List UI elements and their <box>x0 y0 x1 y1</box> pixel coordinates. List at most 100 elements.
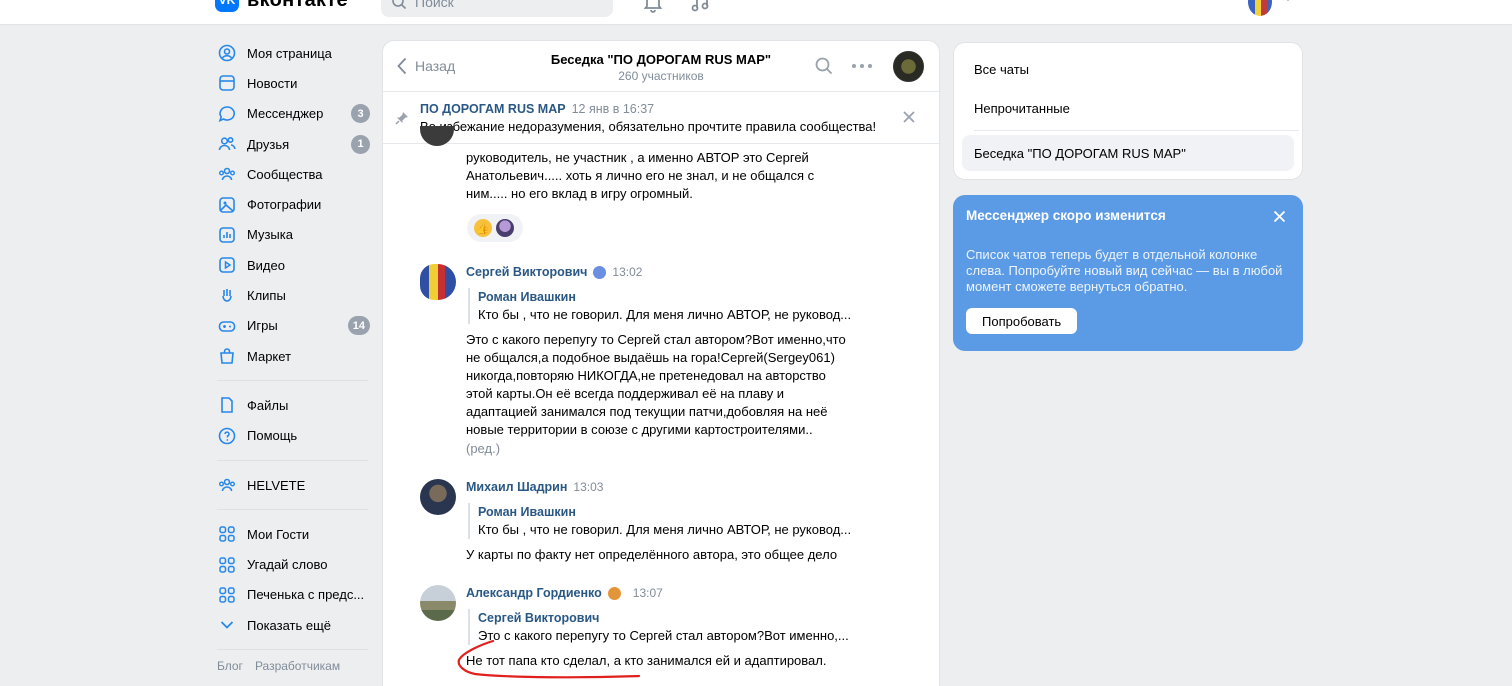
avatar[interactable] <box>420 585 456 621</box>
chat-header: Назад Беседка "ПО ДОРОГАМ RUS MAP" 260 у… <box>383 41 939 92</box>
quote-text: Кто бы , что не говорил. Для меня лично … <box>478 522 852 537</box>
apps-icon <box>217 524 237 544</box>
news-icon <box>217 73 237 93</box>
message-time[interactable]: 13:07 <box>633 586 663 600</box>
sidebar-item-label: Помощь <box>247 428 298 444</box>
apps-icon <box>217 585 237 605</box>
sidebar-item-label: Видео <box>247 257 285 273</box>
help-icon <box>217 426 237 446</box>
sidebar-item-my-page[interactable]: Моя страница <box>212 38 372 68</box>
message-author: Михаил Шадрин 13:03 <box>466 480 603 494</box>
sidebar-item-label: Угадай слово <box>247 557 328 573</box>
sidebar-item-friends[interactable]: Друзья 1 <box>212 129 372 159</box>
reactor-avatar <box>496 219 514 237</box>
author-name[interactable]: Сергей Викторович <box>466 265 587 279</box>
chat-panel: Назад Беседка "ПО ДОРОГАМ RUS MAP" 260 у… <box>382 40 940 686</box>
show-more-button[interactable]: Показать ещё <box>212 610 372 640</box>
pinned-author-name[interactable]: ПО ДОРОГАМ RUS MAP <box>420 102 566 116</box>
message-reactions[interactable]: 👍 <box>467 214 523 242</box>
file-icon <box>217 395 237 415</box>
sidebar-item-fortune-cookie[interactable]: Печенька с предс... <box>212 580 372 610</box>
sidebar-item-photos[interactable]: Фотографии <box>212 189 372 219</box>
sidebar-item-label: Показать ещё <box>247 617 332 633</box>
music-icon[interactable] <box>688 0 712 14</box>
close-icon[interactable] <box>1273 210 1286 223</box>
divider <box>974 130 1299 131</box>
pinned-text: Во избежание недоразумения, обязательно … <box>420 119 877 134</box>
left-sidebar: Моя страница Новости Мессенджер 3 Друзья… <box>212 38 372 673</box>
filter-current-chat[interactable]: Беседка "ПО ДОРОГАМ RUS MAP" <box>962 135 1294 171</box>
sidebar-item-clips[interactable]: Клипы <box>212 280 372 310</box>
video-icon <box>217 255 237 275</box>
avatar[interactable] <box>420 479 456 515</box>
blog-link[interactable]: Блог <box>217 659 243 673</box>
sidebar-item-helvete[interactable]: HELVETE <box>212 470 372 500</box>
promo-text: Список чатов теперь будет в отдельной ко… <box>966 247 1283 294</box>
sidebar-item-market[interactable]: Маркет <box>212 341 372 371</box>
sidebar-item-my-guests[interactable]: Мои Гости <box>212 519 372 549</box>
author-name[interactable]: Александр Гордиенко <box>466 586 602 600</box>
pin-icon <box>395 112 408 125</box>
sidebar-item-label: Мои Гости <box>247 526 310 542</box>
message-line: этой карты.Он её всегда поддерживал её н… <box>466 386 785 401</box>
sidebar-item-video[interactable]: Видео <box>212 250 372 280</box>
bell-icon[interactable] <box>641 0 665 14</box>
profile-avatar[interactable] <box>1248 0 1272 16</box>
red-annotation-mark <box>457 639 641 679</box>
pinned-message[interactable]: ПО ДОРОГАМ RUS MAP 12 янв в 16:37 Во избе… <box>383 92 939 144</box>
message-time[interactable]: 13:02 <box>612 265 642 279</box>
unread-badge: 3 <box>351 104 370 124</box>
sidebar-item-label: Игры <box>247 318 278 334</box>
message-line: новые территории в союзе с другими карто… <box>466 422 813 437</box>
sidebar-item-label: Моя страница <box>247 45 332 61</box>
filter-unread[interactable]: Непрочитанные <box>962 90 1294 126</box>
message-list: руководитель, не участник , а именно АВТ… <box>383 126 939 686</box>
sidebar-item-label: Новости <box>247 75 298 91</box>
games-badge: 14 <box>347 316 370 336</box>
sidebar-item-files[interactable]: Файлы <box>212 390 372 420</box>
user-icon <box>217 43 237 63</box>
avatar[interactable] <box>420 264 456 300</box>
sidebar-item-communities[interactable]: Сообщества <box>212 159 372 189</box>
reply-quote[interactable]: Роман Ивашкин Кто бы , что не говорил. Д… <box>468 503 863 539</box>
search-placeholder: Поиск <box>415 0 454 10</box>
quote-author: Сергей Викторович <box>478 611 600 625</box>
message-time[interactable]: 13:03 <box>573 480 603 494</box>
author-name[interactable]: Михаил Шадрин <box>466 480 567 494</box>
sidebar-item-label: Сообщества <box>247 166 323 182</box>
chat-avatar[interactable] <box>893 51 924 82</box>
groups-icon <box>217 475 237 495</box>
sidebar-footer: Блог Разработчикам <box>212 659 372 673</box>
vk-logo[interactable]: VK вконтакте <box>215 0 348 12</box>
sidebar-divider <box>217 459 368 461</box>
chevron-down-icon[interactable] <box>1282 0 1294 2</box>
search-input[interactable]: Поиск <box>381 0 613 17</box>
friends-icon <box>217 134 237 154</box>
developers-link[interactable]: Разработчикам <box>255 659 340 673</box>
status-emoji-icon <box>593 265 607 279</box>
sidebar-item-label: Клипы <box>247 288 286 304</box>
logo-text: вконтакте <box>247 0 348 12</box>
filter-all-chats[interactable]: Все чаты <box>962 51 1294 87</box>
reply-quote[interactable]: Роман Ивашкин Кто бы , что не говорил. Д… <box>468 288 863 324</box>
quote-author: Роман Ивашкин <box>478 290 576 304</box>
message-text: У карты по факту нет определённого автор… <box>466 547 838 562</box>
sidebar-item-label: Маркет <box>247 348 292 364</box>
music-icon <box>217 225 237 245</box>
quote-text: Кто бы , что не говорил. Для меня лично … <box>478 307 852 322</box>
quote-author: Роман Ивашкин <box>478 505 576 519</box>
sidebar-item-games[interactable]: Игры 14 <box>212 311 372 341</box>
pinned-author[interactable]: ПО ДОРОГАМ RUS MAP 12 янв в 16:37 <box>420 102 654 116</box>
edited-label[interactable]: (ред.) <box>466 441 500 456</box>
sidebar-item-guess-word[interactable]: Угадай слово <box>212 549 372 579</box>
sidebar-item-news[interactable]: Новости <box>212 68 372 98</box>
sidebar-item-help[interactable]: Помощь <box>212 421 372 451</box>
sidebar-item-music[interactable]: Музыка <box>212 220 372 250</box>
try-button[interactable]: Попробовать <box>966 308 1078 334</box>
close-icon[interactable] <box>902 110 916 124</box>
sidebar-item-messenger[interactable]: Мессенджер 3 <box>212 99 372 129</box>
search-icon[interactable] <box>815 57 833 75</box>
more-icon[interactable] <box>851 58 873 74</box>
friends-badge: 1 <box>351 134 370 154</box>
pinned-date: 12 янв в 16:37 <box>571 102 655 116</box>
